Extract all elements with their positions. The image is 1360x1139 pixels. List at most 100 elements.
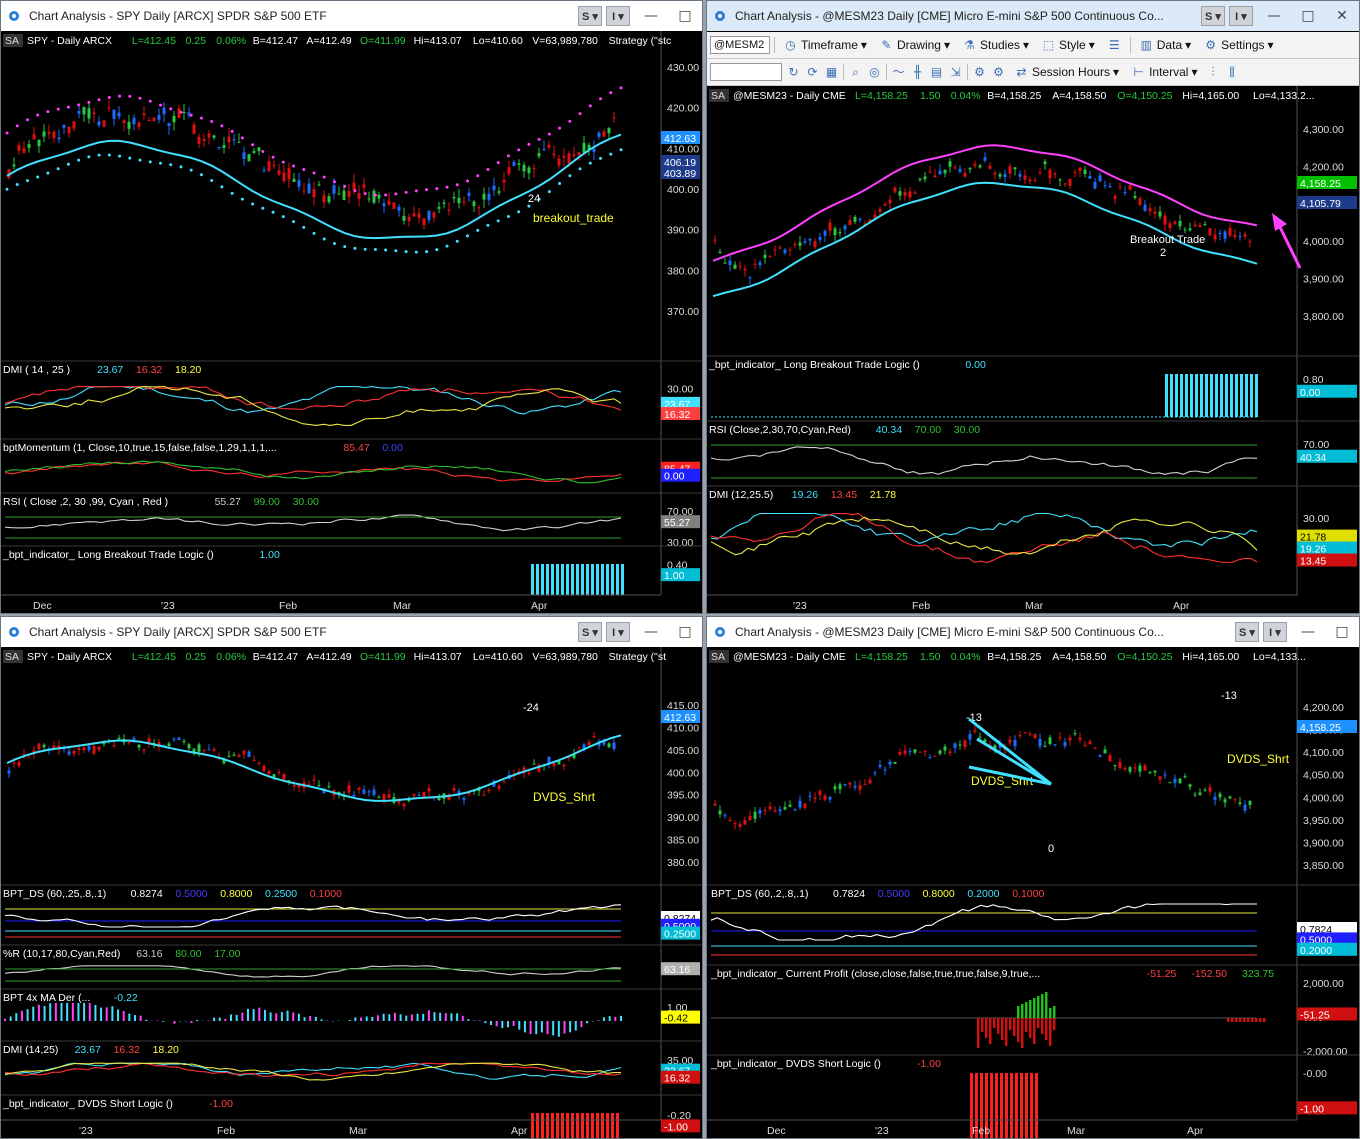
symbol-link-button[interactable]: S ▾	[1201, 6, 1225, 26]
reload-icon[interactable]: ⟳	[805, 65, 820, 79]
scan-icon[interactable]: ▤	[929, 65, 944, 79]
chart-window-spy-top[interactable]: Chart Analysis - SPY Daily [ARCX] SPDR S…	[0, 0, 703, 614]
symbol-link-button[interactable]: S ▾	[578, 6, 602, 26]
timeframe-button[interactable]: ◷ Timeframe ▾	[779, 38, 871, 52]
session-hours-button[interactable]: ⇄ Session Hours ▾	[1010, 65, 1123, 79]
stop-dot	[588, 104, 592, 108]
candle-body	[728, 260, 732, 265]
chart-canvas[interactable]: SA @MESM23 - Daily CME L=4,158.25 1.50 0.04%…	[707, 647, 1359, 1138]
logic-bar	[1240, 374, 1243, 417]
window-titlebar[interactable]: Chart Analysis - SPY Daily [ARCX] SPDR S…	[1, 617, 702, 647]
layout-button[interactable]: ☰	[1103, 38, 1126, 52]
candle-body	[592, 148, 596, 152]
logic-bar	[1035, 1073, 1038, 1138]
style-icon: ⬚	[1042, 38, 1055, 52]
header-value: B=4,158.25	[987, 90, 1041, 102]
stop-dot	[107, 95, 111, 99]
candle-body	[1178, 220, 1182, 227]
candle-body	[432, 212, 436, 218]
interval-link-button[interactable]: I ▾	[606, 622, 630, 642]
candle-body	[32, 134, 36, 140]
logic-bar	[611, 1113, 614, 1138]
candle-body	[1123, 767, 1127, 770]
studies-button[interactable]: ⚗ Studies ▾	[958, 38, 1033, 52]
symbol-tag: SA	[5, 35, 19, 47]
zoom-icon[interactable]: ⌕	[848, 65, 863, 79]
refresh-icon[interactable]: ↻	[786, 65, 801, 79]
candle-body	[833, 228, 837, 236]
interval-button[interactable]: ⊢ Interval ▾	[1127, 65, 1201, 79]
bar-type-icon[interactable]: ⫶	[1205, 65, 1220, 79]
chart-svg[interactable]: SA @MESM23 - Daily CME L=4,158.25 1.50 0.04%…	[707, 86, 1360, 614]
profit-bar	[1053, 1006, 1056, 1018]
symbol-link-button[interactable]: S ▾	[1235, 622, 1259, 642]
minimize-icon[interactable]: —	[1291, 624, 1325, 640]
chart-window-spy-bottom[interactable]: Chart Analysis - SPY Daily [ARCX] SPDR S…	[0, 616, 703, 1139]
grid-icon[interactable]: ▦	[824, 65, 839, 79]
window-titlebar[interactable]: Chart Analysis - SPY Daily [ARCX] SPDR S…	[1, 1, 702, 31]
candle-body	[172, 738, 176, 740]
settings-button[interactable]: ⚙ Settings ▾	[1199, 38, 1277, 52]
stop-dot	[517, 210, 521, 214]
candle-body	[783, 807, 787, 810]
chart-window-mes-top[interactable]: Chart Analysis - @MESM23 Daily [CME] Mic…	[706, 0, 1360, 614]
minimize-icon[interactable]: —	[634, 8, 668, 24]
interval-link-button[interactable]: I ▾	[606, 6, 630, 26]
close-icon[interactable]: ✕	[1325, 8, 1359, 24]
stop-dot	[25, 118, 29, 122]
interval-select[interactable]	[710, 63, 782, 81]
interval-link-button[interactable]: I ▾	[1263, 622, 1287, 642]
chart-svg[interactable]: SA SPY - Daily ARCX L=412.45 0.25 0.06% B=412…	[1, 31, 703, 614]
candle-body	[357, 787, 361, 790]
header-value: Lo=410.60	[473, 35, 523, 47]
candle-body	[587, 741, 591, 745]
symbol-input[interactable]	[710, 36, 770, 54]
symbol-link-button[interactable]: S ▾	[578, 622, 602, 642]
drawing-button[interactable]: ✎ Drawing ▾	[875, 38, 954, 52]
chart-window-mes-bottom[interactable]: Chart Analysis - @MESM23 Daily [CME] Mic…	[706, 616, 1360, 1139]
maximize-icon[interactable]: □	[1291, 8, 1325, 24]
line-chart-icon[interactable]: 〜	[891, 65, 906, 79]
candle-icon[interactable]: ⫼	[1224, 65, 1239, 79]
chart-svg[interactable]: SA SPY - Daily ARCX L=412.45 0.25 0.06% B=412…	[1, 647, 703, 1139]
price-flag-label: 55.27	[664, 517, 690, 529]
candle-body	[207, 749, 211, 751]
logic-bar	[1190, 374, 1193, 417]
candle-body	[607, 743, 611, 748]
maximize-icon[interactable]: □	[668, 624, 702, 640]
candle-body	[82, 107, 86, 115]
interval-link-button[interactable]: I ▾	[1229, 6, 1253, 26]
maximize-icon[interactable]: □	[1325, 624, 1359, 640]
chart-canvas[interactable]: SA SPY - Daily ARCX L=412.45 0.25 0.06% B=412…	[1, 647, 702, 1138]
candle-body	[137, 744, 141, 748]
format-icon[interactable]: ⚙	[991, 65, 1006, 79]
stop-dot	[261, 206, 265, 210]
properties-icon[interactable]: ⚙	[972, 65, 987, 79]
window-titlebar[interactable]: Chart Analysis - @MESM23 Daily [CME] Mic…	[707, 617, 1359, 647]
candle-body	[612, 117, 616, 119]
pane-label: RSI (Close,2,30,70,Cyan,Red)	[709, 424, 851, 436]
candle-body	[888, 761, 892, 765]
candle-body	[47, 131, 51, 134]
data-button[interactable]: ▥ Data ▾	[1135, 38, 1195, 52]
candle-body	[97, 746, 101, 750]
chart-svg[interactable]: SA @MESM23 - Daily CME L=4,158.25 1.50 0.04%…	[707, 647, 1360, 1139]
window-titlebar[interactable]: Chart Analysis - @MESM23 Daily [CME] Mic…	[707, 1, 1359, 31]
candle-body	[1038, 738, 1042, 747]
candle-body	[878, 208, 882, 212]
minimize-icon[interactable]: —	[1257, 8, 1291, 24]
chart-canvas[interactable]: SA @MESM23 - Daily CME L=4,158.25 1.50 0.04%…	[707, 86, 1359, 613]
cursor-icon[interactable]: ◎	[867, 65, 882, 79]
logic-bar	[1185, 374, 1188, 417]
style-button[interactable]: ⬚ Style ▾	[1037, 38, 1099, 52]
bar-chart-icon[interactable]: ╫	[910, 65, 925, 79]
header-value: A=4,158.50	[1052, 651, 1106, 663]
chart-canvas[interactable]: SA SPY - Daily ARCX L=412.45 0.25 0.06% B=412…	[1, 31, 702, 613]
pane-value: 85.47	[343, 442, 369, 454]
stop-dot	[230, 191, 234, 195]
maximize-icon[interactable]: □	[668, 8, 702, 24]
candle-body	[127, 742, 131, 744]
export-icon[interactable]: ⇲	[948, 65, 963, 79]
minimize-icon[interactable]: —	[634, 624, 668, 640]
price-axis-label: 430.00	[667, 62, 699, 74]
